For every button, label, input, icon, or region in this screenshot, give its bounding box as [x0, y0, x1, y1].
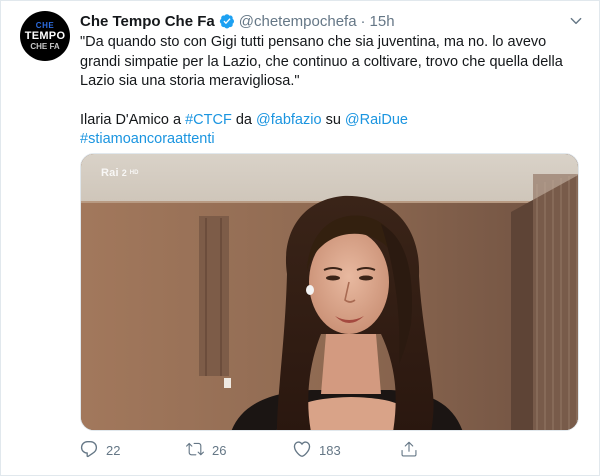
avatar-line-3: CHE FA — [30, 41, 60, 51]
credits-da: da — [231, 111, 257, 128]
share-icon — [400, 440, 418, 461]
tweet-credits: Ilaria D'Amico a #CTCF da @fabfazio su @… — [80, 111, 586, 131]
avatar[interactable]: CHE TEMPO CHE FA — [20, 11, 70, 61]
hashtag-ctcf[interactable]: #CTCF — [185, 112, 232, 128]
display-name[interactable]: Che Tempo Che Fa — [80, 13, 215, 30]
hashtag-stiamoancoraattenti[interactable]: #stiamoancoraattenti — [80, 131, 215, 147]
mention-fabfazio[interactable]: @fabfazio — [256, 112, 322, 128]
retweet-button[interactable]: 26 — [186, 439, 226, 461]
avatar-line-1: CHE — [35, 20, 55, 30]
heart-icon — [293, 440, 311, 461]
tweet-text: "Da quando sto con Gigi tutti pensano ch… — [80, 33, 586, 150]
tweet-card[interactable]: CHE TEMPO CHE FA Che Tempo Che Fa @chete… — [0, 0, 600, 476]
verified-badge-icon — [219, 13, 235, 29]
tweet-header: Che Tempo Che Fa @chetempochefa · 15h — [80, 11, 585, 31]
retweet-count: 26 — [212, 442, 227, 458]
video-frame — [81, 154, 578, 430]
tweet-video[interactable]: Rai 2 HD — [80, 153, 579, 431]
share-button[interactable] — [400, 439, 418, 461]
rai-logo-hd: HD — [129, 170, 139, 176]
credits-su: su — [321, 111, 345, 128]
credits-prefix: Ilaria D'Amico a — [80, 111, 186, 128]
rai-logo-text: Rai — [101, 167, 119, 179]
avatar-line-2: TEMPO — [24, 29, 66, 42]
reply-button[interactable]: 22 — [80, 439, 120, 461]
tweet-quote: "Da quando sto con Gigi tutti pensano ch… — [80, 34, 563, 89]
chevron-down-icon[interactable] — [567, 12, 585, 30]
like-button[interactable]: 183 — [293, 439, 341, 461]
mention-raidue[interactable]: @RaiDue — [345, 112, 408, 128]
reply-icon — [80, 440, 98, 461]
like-count: 183 — [319, 442, 341, 458]
rai-logo-channel: 2 — [121, 168, 127, 178]
tweet-actions: 22 26 183 — [80, 439, 520, 463]
timestamp[interactable]: 15h — [370, 13, 395, 30]
handle[interactable]: @chetempochefa — [239, 13, 357, 30]
retweet-icon — [186, 440, 204, 461]
reply-count: 22 — [106, 442, 121, 458]
rai2-logo: Rai 2 HD — [101, 167, 138, 179]
separator-dot: · — [360, 12, 366, 30]
